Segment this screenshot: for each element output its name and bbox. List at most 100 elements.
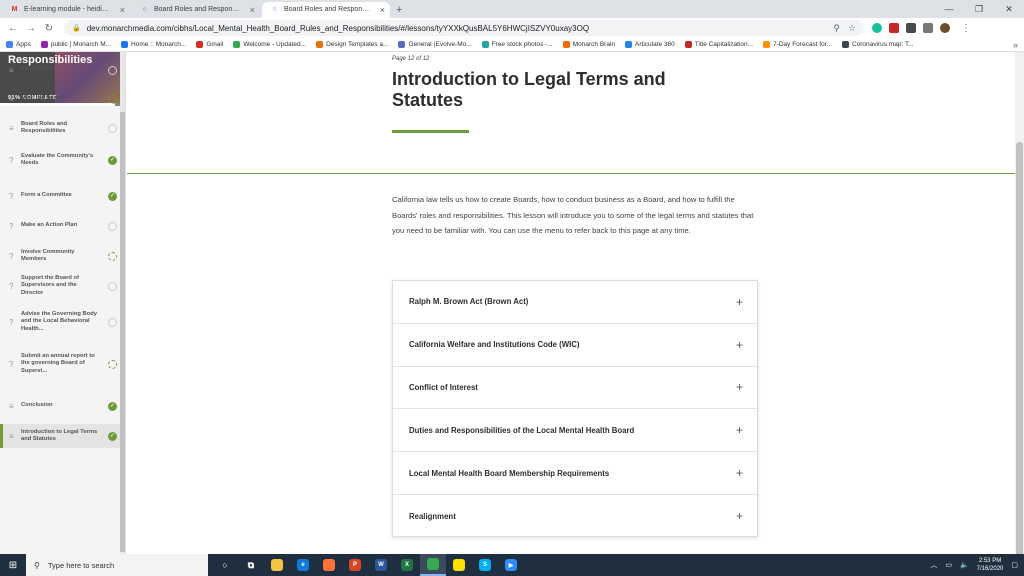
accordion-item[interactable]: Local Mental Health Board Membership Req… [393,452,757,495]
bookmark-item[interactable]: public | Monarch M... [40,41,112,48]
bookmark-list: Apps public | Monarch M... Home :: Monarch… [6,41,924,48]
bookmark-label: public | Monarch M... [50,41,112,48]
sidebar-lesson-item[interactable]: ? Advise the Governing Body and the Local… [0,310,125,334]
accordion-item[interactable]: Duties and Responsibilities of the Local… [393,409,757,453]
reload-icon[interactable]: ↻ [40,23,58,34]
sidebar-scrollbar[interactable] [120,52,125,554]
back-icon[interactable]: ← [4,23,22,34]
sidebar-lesson-item[interactable]: ? Involve Community Members [0,244,125,268]
volume-icon[interactable]: 🔈 [960,561,969,569]
file-explorer-icon[interactable] [264,554,290,576]
tab-title: E-learning module - heidi@mon [24,6,123,13]
bookmark-item[interactable]: Title Capitalization... [684,41,753,48]
sidebar-lesson-item[interactable]: ≡ Board Roles and Responsibilities [0,116,125,140]
tab-favicon-icon: ○ [272,6,277,13]
sidebar-lesson-item[interactable]: ≡ Introduction to Legal Terms and Statute… [0,424,125,448]
bookmark-item[interactable]: Design Templates a... [316,41,388,48]
edge-icon[interactable]: e [290,554,316,576]
tab-title: Board Roles and Responsibilities [154,6,257,13]
tab-close-icon[interactable]: × [380,2,385,18]
plus-icon[interactable]: + [736,466,743,480]
word-icon[interactable]: W [368,554,394,576]
accordion-item[interactable]: Realignment + [393,495,757,538]
sidebar-scroll-thumb[interactable] [120,112,125,552]
bookmark-item[interactable]: Gmail [196,41,223,48]
lesson-status-icon [108,94,117,104]
chrome-icon[interactable] [420,554,446,576]
accordion-item[interactable]: Conflict of Interest + [393,367,757,410]
browser-tab[interactable]: ○ Board Roles and Responsibilities × [262,2,390,18]
notifications-icon[interactable]: ▢ [1011,561,1018,569]
zoom-icon[interactable]: ▶ [498,554,524,576]
sidebar-lesson-item[interactable]: ? Evaluate the Community's Needs ✓ [0,148,125,172]
close-window-icon[interactable]: ✕ [994,0,1024,18]
minimize-icon[interactable]: — [934,0,964,18]
sidebar-lesson-item[interactable]: ? Support the Board of Supervisors and th… [0,274,125,298]
taskbar-clock[interactable]: 2:53 PM 7/16/2020 [977,557,1004,573]
lock-icon[interactable]: 🔒 [72,24,81,32]
menu-kebab-icon[interactable]: ⋮ [961,23,971,34]
skype-icon[interactable]: S [472,554,498,576]
accordion-item[interactable]: California Welfare and Institutions Code… [393,324,757,367]
bookmark-label: Apps [16,41,31,48]
grammarly-icon[interactable] [872,23,882,33]
windows-start-icon[interactable]: ⊞ [0,560,26,571]
restore-icon[interactable]: ❐ [964,0,994,18]
taskbar-search-placeholder: Type here to search [47,560,115,570]
bookmark-item[interactable]: Coronavirus map: T... [841,41,914,48]
sidebar-lesson-item[interactable]: ? Submit an annual report to the governin… [0,352,125,376]
task-view-icon[interactable]: ⧉ [238,554,264,576]
taskbar-search-box[interactable]: ⚲ Type here to search [26,554,208,576]
bookmark-item[interactable]: Welcome - Updated... [233,41,306,48]
sidebar-lesson-item[interactable]: ≡ Conclusion ✓ [0,394,125,418]
bookmark-item[interactable]: Home :: Monarch... [121,41,186,48]
star-icon[interactable]: ☆ [848,23,856,34]
sidebar-lesson-item[interactable]: ? Make an Action Plan [0,214,125,238]
puzzle-icon[interactable] [923,23,933,33]
plus-icon[interactable]: + [736,423,743,437]
address-bar[interactable]: 🔒 dev.monarchmedia.com/cibhs/Local_Menta… [64,20,864,36]
plus-icon[interactable]: + [736,295,743,309]
sidebar-lesson-item[interactable]: ? Form a Committee ✓ [0,184,125,208]
chevron-up-icon[interactable]: ︿ [930,560,937,570]
bookmark-label: Home :: Monarch... [131,41,187,48]
bookmark-favicon-icon [196,41,204,48]
bookmark-item[interactable]: General (Evolve-Mo... [398,41,472,48]
app-glyph [453,559,465,571]
tab-close-icon[interactable]: × [250,2,255,18]
bookmark-item[interactable]: Monarch Brain [562,41,615,48]
page-scroll-thumb[interactable] [1016,142,1023,562]
bookmark-item[interactable]: 7-Day Forecast for... [763,41,832,48]
extension-icon[interactable] [906,23,916,33]
bookmark-item[interactable]: Articulate 360 [625,41,675,48]
bookmarks-overflow-icon[interactable]: » [1013,38,1018,51]
sidebar-lesson-item[interactable]: ≡ Introduction [0,58,125,82]
plus-icon[interactable]: + [736,380,743,394]
app-glyph: ○ [222,560,228,570]
browser-tab[interactable]: M E-learning module - heidi@mon × [2,2,130,18]
accordion-item[interactable]: Ralph M. Brown Act (Brown Act) + [393,281,757,324]
bookmark-label: Gmail [206,41,224,48]
bookmark-item[interactable]: Free stock photos -... [481,41,553,48]
cortana-icon[interactable]: ○ [212,554,238,576]
app-glyph [427,558,439,570]
forward-icon[interactable]: → [22,23,40,34]
excel-icon[interactable]: X [394,554,420,576]
sidebar-lesson-item[interactable]: ≡ Meet the Board [0,87,125,111]
zoom-icon[interactable]: ⚲ [833,23,840,34]
plus-icon[interactable]: + [736,509,743,523]
sticky-notes-icon[interactable] [446,554,472,576]
shield-icon[interactable] [889,23,899,33]
profile-avatar[interactable] [940,23,950,33]
lesson-status-icon: ✓ [108,155,117,165]
new-tab-button[interactable]: + [396,2,402,18]
browser-tab[interactable]: ○ Board Roles and Responsibilities × [132,2,260,18]
bookmark-item[interactable]: Apps [6,41,31,48]
network-icon[interactable]: ▭ [945,561,952,569]
plus-icon[interactable]: + [736,338,743,352]
tab-close-icon[interactable]: × [120,2,125,18]
firefox-icon[interactable] [316,554,342,576]
page-scrollbar[interactable] [1015,52,1024,562]
lesson-label: Form a Committee [21,192,72,199]
powerpoint-icon[interactable]: P [342,554,368,576]
